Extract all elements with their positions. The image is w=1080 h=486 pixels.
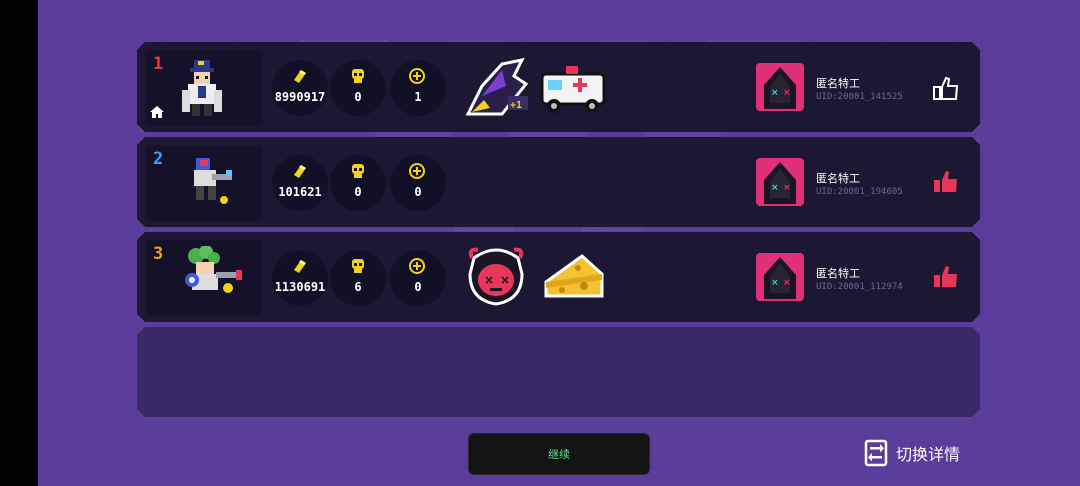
- player-uid: UID:20001_112974: [816, 282, 903, 292]
- gold-value: 1130691: [274, 280, 326, 294]
- gold-coin-icon: [294, 70, 306, 83]
- player-name: 匿名特工: [816, 77, 860, 90]
- revive-cross-icon: [409, 68, 425, 84]
- player-avatar[interactable]: × ×: [756, 63, 804, 111]
- rank-number: 1: [153, 54, 164, 74]
- hooded-agent-avatar-icon: × ×: [764, 162, 796, 204]
- robot-gunner-character-icon: [194, 158, 232, 204]
- revives-value: 0: [414, 280, 422, 294]
- rank-number: 2: [153, 149, 164, 169]
- gold-value: 8990917: [274, 90, 326, 104]
- svg-text:×: ×: [771, 183, 779, 193]
- gold-value: 101621: [278, 185, 322, 199]
- player-avatar[interactable]: × ×: [756, 253, 804, 301]
- revive-cross-icon: [409, 163, 425, 179]
- thumbs-up-icon[interactable]: [932, 263, 960, 291]
- skull-icon: [352, 69, 364, 83]
- broccoli-hair-gunner-character-icon: [185, 246, 242, 293]
- gold-coin-icon: [294, 165, 306, 178]
- skull-icon: [352, 164, 364, 178]
- svg-text:×: ×: [783, 183, 791, 193]
- switch-details-icon: [864, 439, 888, 467]
- wizard-hat-plus-one-icon: +1: [465, 57, 529, 116]
- player-avatar[interactable]: × ×: [756, 158, 804, 206]
- revives-value: 1: [414, 90, 422, 104]
- svg-text:×: ×: [783, 278, 791, 288]
- cheese-icon: [544, 254, 604, 298]
- revive-cross-icon: [409, 258, 425, 274]
- home-icon: [150, 106, 164, 118]
- svg-text:×: ×: [484, 273, 494, 287]
- svg-text:×: ×: [500, 273, 510, 287]
- switch-details-label: 切换详情: [896, 445, 961, 464]
- player-name: 匿名特工: [816, 172, 860, 185]
- thumbs-up-icon[interactable]: [932, 168, 960, 196]
- player-name: 匿名特工: [816, 267, 860, 280]
- kills-value: 0: [354, 185, 362, 199]
- svg-text:×: ×: [771, 278, 779, 288]
- svg-text:×: ×: [783, 88, 791, 98]
- svg-text:×: ×: [771, 88, 779, 98]
- kills-value: 6: [354, 280, 362, 294]
- gold-coin-icon: [294, 260, 306, 273]
- kills-value: 0: [354, 90, 362, 104]
- revives-value: 0: [414, 185, 422, 199]
- player-uid: UID:20001_194605: [816, 187, 903, 197]
- hooded-agent-avatar-icon: × ×: [764, 67, 796, 109]
- empty-player-slot: [137, 327, 980, 417]
- continue-button[interactable]: 继续: [468, 433, 650, 475]
- police-officer-character-icon: [182, 60, 222, 116]
- switch-details-button[interactable]: 切换详情: [864, 438, 960, 468]
- angry-devil-face-icon: × ×: [468, 247, 524, 306]
- skull-icon: [352, 259, 364, 273]
- rank-number: 3: [153, 244, 164, 264]
- svg-text:+1: +1: [510, 100, 522, 111]
- thumbs-up-icon[interactable]: [932, 75, 960, 103]
- player-uid: UID:20001_141525: [816, 92, 903, 102]
- hooded-agent-avatar-icon: × ×: [764, 257, 796, 299]
- ambulance-icon: [540, 66, 606, 113]
